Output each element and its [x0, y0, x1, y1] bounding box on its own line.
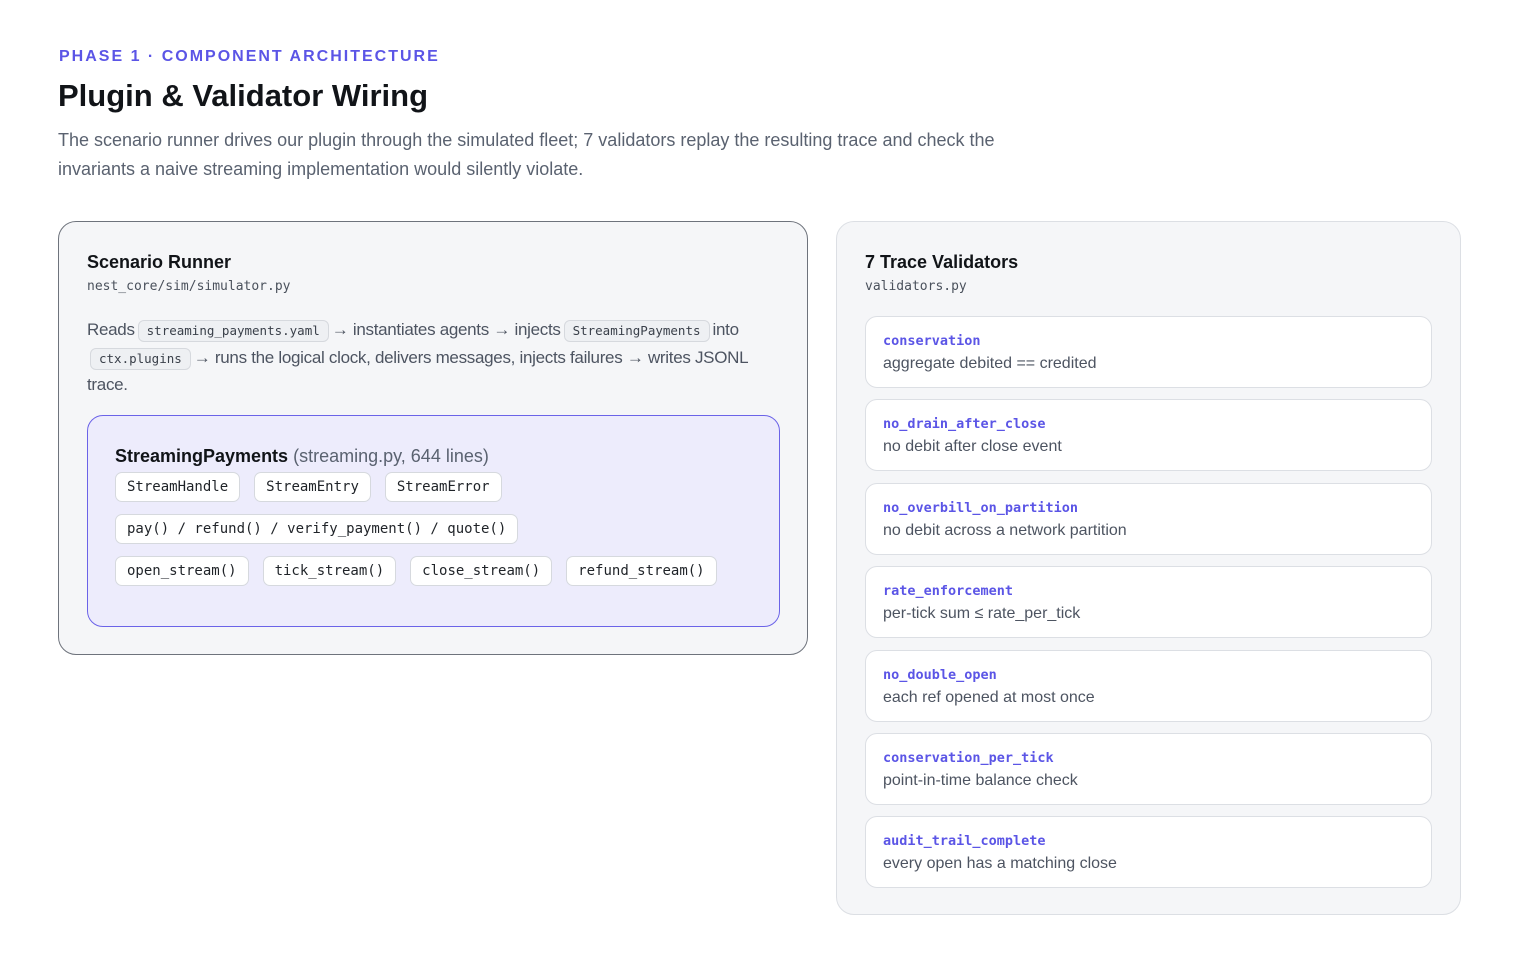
trace-validators-card: 7 Trace Validators validators.py conserv… [836, 221, 1461, 915]
validator-list: conservation aggregate debited == credit… [865, 316, 1432, 900]
validator-item: audit_trail_complete every open has a ma… [865, 816, 1432, 889]
validator-desc: no debit after close event [883, 438, 1062, 456]
streaming-payments-plugin: StreamingPayments (streaming.py, 644 lin… [87, 415, 780, 627]
validator-desc: each ref opened at most once [883, 688, 1095, 706]
plugin-title: StreamingPayments (streaming.py, 644 lin… [115, 446, 489, 467]
page-title: Plugin & Validator Wiring [58, 78, 429, 113]
validator-name: audit_trail_complete [883, 833, 1046, 850]
runner-desc-text-1: Reads [87, 320, 135, 339]
runner-title: Scenario Runner [87, 252, 232, 272]
phase-eyebrow: PHASE 1 · COMPONENT ARCHITECTURE [59, 48, 440, 65]
type-chip: StreamEntry [254, 472, 371, 502]
validator-name: conservation_per_tick [883, 749, 1054, 766]
stream-op-chip: close_stream() [410, 556, 553, 586]
validator-item: conservation aggregate debited == credit… [865, 316, 1432, 388]
validator-item: no_drain_after_close no debit after clos… [865, 399, 1432, 472]
plugin-methods-row: pay() / refund() / verify_payment() / qu… [115, 514, 519, 544]
validator-desc: per-tick sum ≤ rate_per_tick [883, 605, 1081, 623]
validator-desc: no debit across a network partition [883, 521, 1127, 539]
validator-item: no_double_open each ref opened at most o… [865, 649, 1432, 722]
plugin-types-row: StreamHandle StreamEntry StreamError [115, 472, 502, 502]
validator-name: rate_enforcement [883, 583, 1014, 600]
config-file-chip: streaming_payments.yaml [137, 320, 329, 342]
type-chip: StreamError [384, 472, 502, 502]
validator-desc: every open has a matching close [883, 855, 1117, 873]
validator-item: conservation_per_tick point-in-time bala… [865, 732, 1432, 805]
validator-name: conservation [883, 333, 981, 349]
validator-item: rate_enforcement per-tick sum ≤ rate_per… [865, 566, 1432, 639]
runner-path: nest_core/sim/simulator.py [87, 279, 291, 294]
ctx-plugins-chip: ctx.plugins [90, 347, 191, 370]
plugin-class-chip: StreamingPayments [563, 320, 710, 342]
type-chip: StreamHandle [115, 472, 241, 502]
stream-op-chip: tick_stream() [262, 556, 397, 586]
validators-path: validators.py [865, 279, 967, 294]
validator-name: no_overbill_on_partition [883, 499, 1079, 516]
runner-desc-text-2: → instantiates agents → injects [331, 320, 561, 339]
validator-name: no_drain_after_close [883, 416, 1046, 433]
stream-op-chip: open_stream() [115, 556, 249, 586]
page-subtitle: The scenario runner drives our plugin th… [58, 130, 995, 179]
methods-chip: pay() / refund() / verify_payment() / qu… [115, 514, 519, 544]
runner-desc-text-3: into [712, 320, 740, 339]
validator-item: no_overbill_on_partition no debit across… [865, 482, 1432, 555]
plugin-stream-ops-row: open_stream() tick_stream() close_stream… [115, 556, 717, 586]
runner-description: Reads streaming_payments.yaml → instantiat… [87, 316, 787, 399]
validator-desc: aggregate debited == credited [883, 355, 1097, 372]
validator-desc: point-in-time balance check [883, 771, 1078, 789]
page: PHASE 1 · COMPONENT ARCHITECTURE Plugin … [0, 0, 1524, 967]
validators-title: 7 Trace Validators [865, 252, 1019, 272]
plugin-name: StreamingPayments [115, 446, 289, 466]
stream-op-chip: refund_stream() [566, 556, 717, 586]
validator-name: no_double_open [883, 666, 997, 683]
plugin-meta: (streaming.py, 644 lines) [293, 446, 489, 466]
scenario-runner-card: Scenario Runner nest_core/sim/simulator.… [58, 221, 808, 655]
